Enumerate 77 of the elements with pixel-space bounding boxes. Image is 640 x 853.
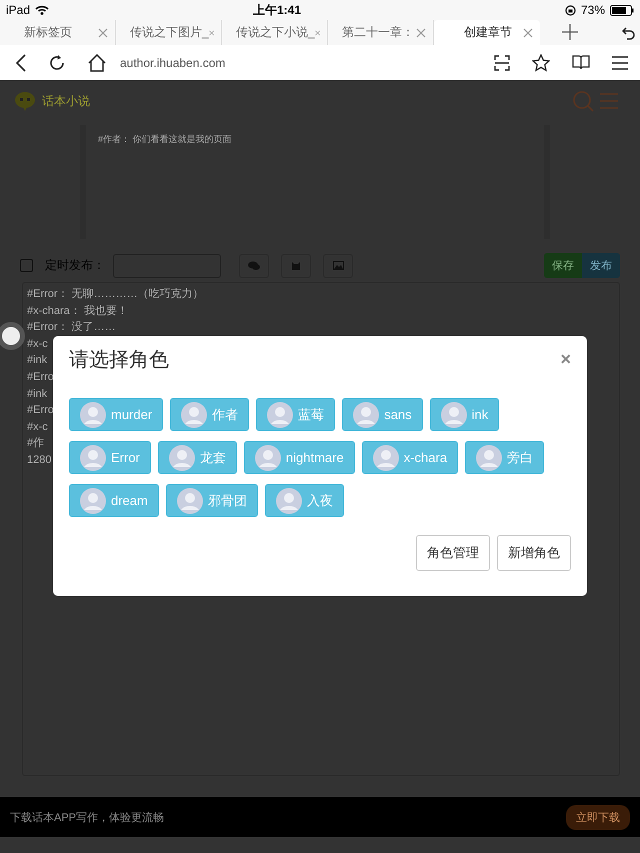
checkbox[interactable] xyxy=(20,259,33,272)
star-icon[interactable] xyxy=(532,54,550,72)
dialog-title: 请选择角色 xyxy=(69,348,169,372)
avatar-icon xyxy=(80,444,106,470)
assistive-touch-button[interactable] xyxy=(0,322,25,350)
role-button[interactable]: murder xyxy=(69,398,164,431)
role-button[interactable]: sans xyxy=(342,398,423,431)
close-icon[interactable] xyxy=(416,28,426,38)
role-button[interactable]: dream xyxy=(69,484,159,517)
reload-icon[interactable] xyxy=(48,54,66,72)
browser-tab[interactable]: 创建章节 xyxy=(434,20,540,45)
avatar-icon xyxy=(254,444,281,470)
role-button[interactable]: 作者 xyxy=(170,398,250,431)
avatar-icon xyxy=(267,402,294,428)
editor-line: #x-c xyxy=(27,420,48,435)
battery-icon xyxy=(610,4,634,16)
download-button[interactable]: 立即下载 xyxy=(566,804,630,830)
plus-icon[interactable] xyxy=(562,24,578,40)
editor-line: #Error： 无聊…………（吃巧克力） xyxy=(27,287,204,302)
cat-button[interactable] xyxy=(281,254,311,278)
back-icon[interactable] xyxy=(16,54,26,72)
device-name: iPad xyxy=(6,3,30,17)
editor-line: 1280 xyxy=(27,452,52,468)
image-icon xyxy=(332,261,344,270)
scan-icon[interactable] xyxy=(494,54,510,70)
role-button[interactable]: ink xyxy=(430,398,500,431)
undo-icon[interactable] xyxy=(622,26,636,40)
avatar-icon xyxy=(440,402,467,428)
close-icon[interactable] xyxy=(314,28,320,38)
role-button[interactable]: 入夜 xyxy=(264,484,344,517)
avatar-icon xyxy=(80,488,106,514)
role-button[interactable]: nightmare xyxy=(244,441,355,474)
editor-line: #Erro xyxy=(27,403,54,418)
editor-line: #ink xyxy=(27,386,48,402)
avatar-icon xyxy=(276,488,302,514)
editor-line: #作 xyxy=(27,436,44,452)
save-button[interactable]: 保存 xyxy=(544,253,582,278)
banner-text: 下载话本APP写作，体验更流畅 xyxy=(10,810,164,824)
rotation-lock-icon xyxy=(564,4,576,16)
image-button[interactable] xyxy=(323,254,353,278)
site-logo[interactable]: 话本小说 xyxy=(42,92,90,110)
clock: 上午1:41 xyxy=(252,2,302,18)
book-icon[interactable] xyxy=(572,55,590,70)
speech-bubble-icon xyxy=(248,260,260,270)
publish-button[interactable]: 发布 xyxy=(582,253,620,278)
close-button[interactable]: × xyxy=(560,348,571,370)
close-icon[interactable] xyxy=(523,28,533,38)
avatar-icon xyxy=(80,402,106,428)
editor-line: #x-chara： 我也要！ xyxy=(27,304,128,319)
editor-line: #Erro xyxy=(27,370,54,385)
menu-icon[interactable] xyxy=(612,56,628,70)
speech-bubble-button[interactable] xyxy=(239,254,269,278)
wifi-icon xyxy=(35,5,50,15)
role-button[interactable]: 蓝莓 xyxy=(256,398,336,431)
preview-text: #作者： 你们看看这就是我的页面 xyxy=(98,134,232,144)
editor-line: #ink xyxy=(27,353,48,368)
logo-icon xyxy=(14,90,36,112)
dialog-button[interactable]: 角色管理 xyxy=(416,535,490,571)
role-button[interactable]: 旁白 xyxy=(465,441,544,474)
close-icon[interactable] xyxy=(208,28,214,38)
avatar-icon xyxy=(372,444,399,470)
avatar-icon xyxy=(168,444,195,470)
editor-line: #x-c xyxy=(27,336,48,352)
avatar-icon xyxy=(181,402,208,428)
role-button[interactable]: 龙套 xyxy=(158,441,237,474)
editor-line: #Error： 没了…… xyxy=(27,320,116,336)
avatar-icon xyxy=(353,402,380,428)
role-button[interactable]: Error xyxy=(69,441,151,474)
cat-icon xyxy=(291,260,301,270)
role-button[interactable]: x-chara xyxy=(362,441,458,474)
role-button[interactable]: 邪骨团 xyxy=(166,484,258,517)
home-icon[interactable] xyxy=(88,54,106,72)
battery-percent: 73% xyxy=(580,3,605,17)
avatar-icon xyxy=(476,444,502,470)
avatar-icon xyxy=(176,488,203,514)
dialog-button[interactable]: 新增角色 xyxy=(497,535,571,571)
close-icon[interactable] xyxy=(98,28,108,38)
